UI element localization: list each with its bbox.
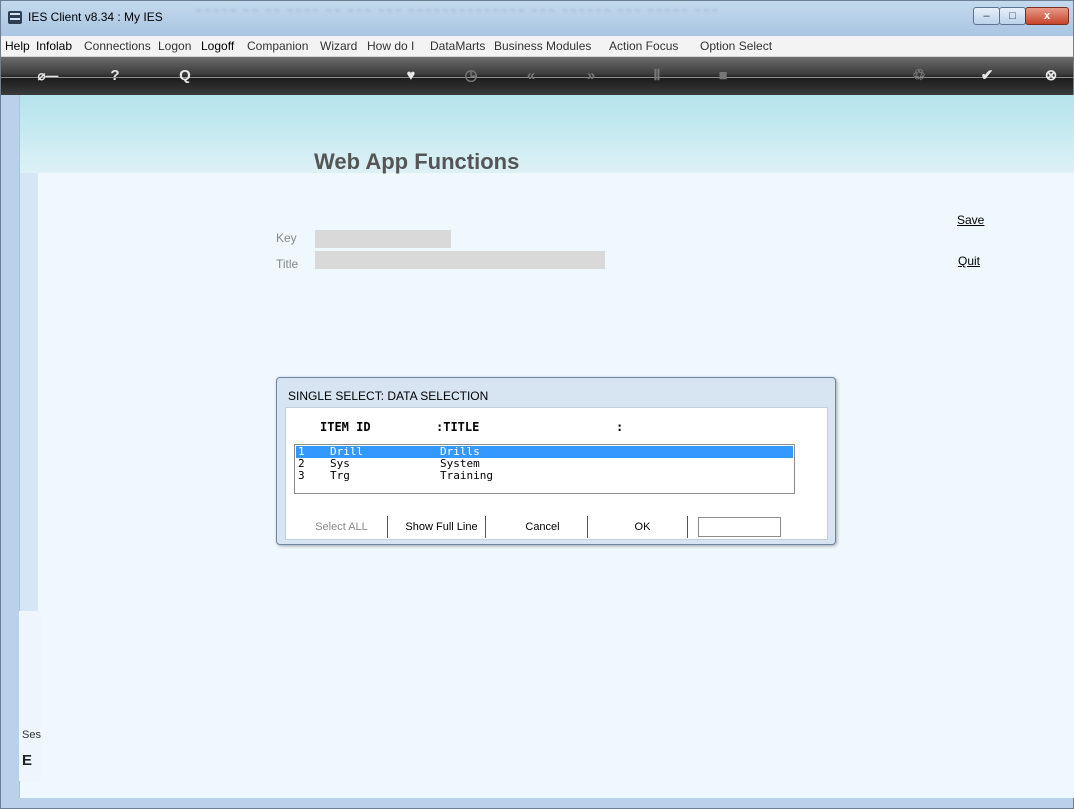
- key-icon[interactable]: ⌀—: [31, 65, 65, 87]
- ok-button[interactable]: OK: [598, 516, 688, 538]
- page-title: Web App Functions: [314, 149, 520, 174]
- menu-connections[interactable]: Connections: [84, 39, 151, 53]
- menu-help[interactable]: Help: [5, 39, 30, 53]
- heart-icon[interactable]: ♥: [399, 65, 423, 87]
- session-icon[interactable]: E: [22, 752, 32, 769]
- menu-action-focus[interactable]: Action Focus: [609, 39, 678, 53]
- maximize-button[interactable]: □: [999, 7, 1026, 25]
- cancel-button[interactable]: Cancel: [498, 516, 588, 538]
- app-window: IES Client v8.34 : My IES ~~~~~ ~~ ~~ ~~…: [0, 0, 1074, 809]
- search-icon[interactable]: Q: [173, 65, 197, 87]
- dialog-body: ITEM ID :TITLE : 1 Drill Drills 2 Sys Sy…: [285, 407, 828, 540]
- menu-option-select[interactable]: Option Select: [700, 39, 772, 53]
- square-icon[interactable]: ■: [711, 65, 735, 87]
- blurred-caption: ~~~~~ ~~ ~~ ~~~~ ~~ ~~~ ~~~ ~~~~~~~~~~~~…: [196, 5, 720, 17]
- rewind-icon[interactable]: «: [519, 65, 543, 87]
- tool-icon[interactable]: Ⅱ: [645, 65, 669, 87]
- row-title: Training: [440, 469, 493, 482]
- select-dialog: SINGLE SELECT: DATA SELECTION ITEM ID :T…: [276, 377, 836, 545]
- menu-datamarts[interactable]: DataMarts: [430, 39, 485, 53]
- menu-bar: Help Infolab Connections Logon Logoff Co…: [1, 36, 1073, 57]
- help-icon[interactable]: ?: [103, 65, 127, 87]
- col-title: :TITLE: [436, 420, 480, 434]
- list-item[interactable]: 1 Drill Drills: [296, 446, 793, 458]
- col-extra: :: [616, 420, 624, 434]
- list-item[interactable]: 2 Sys System: [296, 458, 793, 470]
- col-item-id: ITEM ID: [320, 420, 371, 434]
- menu-logon[interactable]: Logon: [158, 39, 191, 53]
- menu-infolab[interactable]: Infolab: [36, 39, 72, 53]
- session-label: Ses: [22, 729, 41, 741]
- row-number: 3: [298, 469, 305, 482]
- dialog-title: SINGLE SELECT: DATA SELECTION: [288, 389, 489, 403]
- forward-icon[interactable]: »: [579, 65, 603, 87]
- select-all-button[interactable]: Select ALL: [296, 516, 388, 538]
- title-bar[interactable]: IES Client v8.34 : My IES ~~~~~ ~~ ~~ ~~…: [1, 1, 1073, 36]
- menu-business-modules[interactable]: Business Modules: [494, 39, 591, 53]
- key-label: Key: [276, 231, 297, 245]
- window-title: IES Client v8.34 : My IES: [28, 10, 163, 24]
- close-window-button[interactable]: x: [1025, 7, 1069, 25]
- row-id: Trg: [330, 469, 350, 482]
- clock-icon[interactable]: ◷: [459, 65, 483, 87]
- key-field[interactable]: [315, 230, 451, 248]
- toolbar: ⌀— ? Q ♥ ◷ « » Ⅱ ■ ♲ ✔ ⊗: [1, 57, 1073, 95]
- menu-logoff[interactable]: Logoff: [201, 39, 234, 53]
- status-bar: [1, 798, 1073, 808]
- title-field[interactable]: [315, 251, 605, 269]
- search-input[interactable]: [698, 517, 781, 537]
- save-link[interactable]: Save: [957, 213, 984, 227]
- minimize-button[interactable]: –: [973, 7, 1000, 25]
- close-icon[interactable]: ⊗: [1039, 65, 1063, 87]
- header-band: [20, 95, 1074, 173]
- title-label: Title: [276, 257, 299, 271]
- check-icon[interactable]: ✔: [975, 65, 999, 87]
- list-item[interactable]: 3 Trg Training: [296, 470, 793, 482]
- menu-how-do-i[interactable]: How do I: [367, 39, 414, 53]
- recycle-icon[interactable]: ♲: [907, 65, 931, 87]
- app-icon: [8, 11, 22, 24]
- selection-list[interactable]: 1 Drill Drills 2 Sys System 3 Trg Traini…: [294, 444, 795, 494]
- show-full-line-button[interactable]: Show Full Line: [398, 516, 486, 538]
- menu-wizard[interactable]: Wizard: [320, 39, 357, 53]
- menu-companion[interactable]: Companion: [247, 39, 308, 53]
- quit-link[interactable]: Quit: [958, 254, 980, 268]
